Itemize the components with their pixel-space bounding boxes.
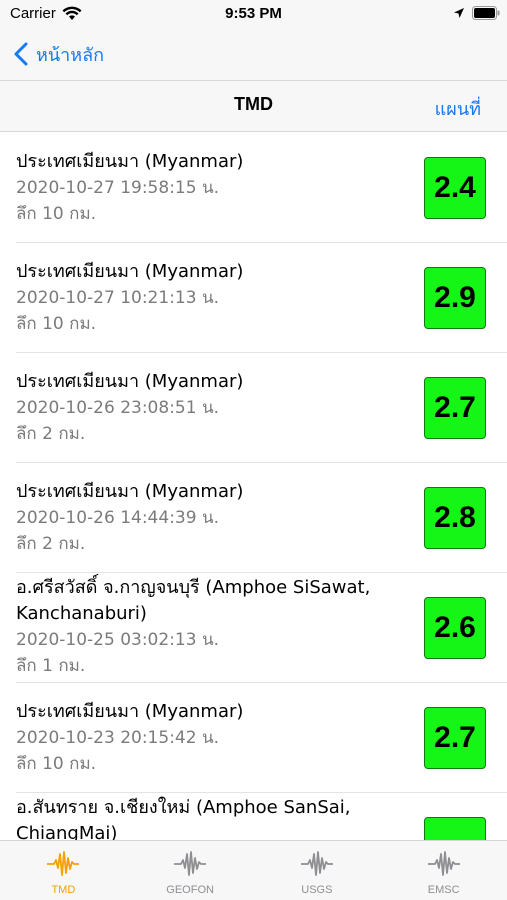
tab-tmd[interactable]: TMD	[0, 841, 127, 900]
seismograph-icon	[47, 851, 80, 876]
tab-label: TMD	[51, 884, 76, 896]
quake-info: ประเทศเมียนมา (Myanmar) 2020-10-27 19:58…	[16, 149, 411, 227]
magnitude-badge: 2.7	[424, 377, 486, 439]
quake-place: ประเทศเมียนมา (Myanmar)	[16, 371, 244, 392]
tab-bar: TMD GEOFON USGS EMSC	[0, 840, 507, 900]
quake-info: ประเทศเมียนมา (Myanmar) 2020-10-26 23:08…	[16, 369, 411, 447]
quake-info: อ.สันทราย จ.เชียงใหม่ (Amphoe SanSai, Ch…	[16, 795, 411, 840]
quake-info: อ.ศรีสวัสดิ์ จ.กาญจนบุรี (Amphoe SiSawat…	[16, 575, 411, 679]
tab-emsc[interactable]: EMSC	[380, 841, 507, 900]
tab-label: EMSC	[427, 884, 460, 896]
battery-icon	[472, 6, 500, 20]
quake-depth: ลึก 2 กม.	[16, 534, 86, 554]
list-header: TMD แผนที่	[0, 80, 507, 132]
list-item[interactable]: ประเทศเมียนมา (Myanmar) 2020-10-23 20:15…	[0, 683, 507, 793]
list-item[interactable]: อ.ศรีสวัสดิ์ จ.กาญจนบุรี (Amphoe SiSawat…	[0, 573, 507, 683]
magnitude-badge: 2.6	[424, 597, 486, 659]
page-title: TMD	[234, 94, 273, 114]
quake-place: ประเทศเมียนมา (Myanmar)	[16, 261, 244, 282]
clock: 9:53 PM	[225, 5, 282, 22]
quake-depth: ลึก 10 กม.	[16, 754, 97, 774]
quake-datetime: 2020-10-27 19:58:15 น.	[16, 178, 219, 198]
tab-label: GEOFON	[166, 884, 214, 896]
map-button[interactable]: แผนที่	[435, 94, 481, 123]
quake-place: ประเทศเมียนมา (Myanmar)	[16, 701, 244, 722]
quake-depth: ลึก 10 กม.	[16, 204, 97, 224]
quake-place: ประเทศเมียนมา (Myanmar)	[16, 481, 244, 502]
tab-usgs[interactable]: USGS	[254, 841, 381, 900]
list-item[interactable]: ประเทศเมียนมา (Myanmar) 2020-10-27 10:21…	[0, 243, 507, 353]
magnitude-badge	[424, 817, 486, 840]
quake-place: อ.ศรีสวัสดิ์ จ.กาญจนบุรี (Amphoe SiSawat…	[16, 577, 371, 624]
quake-datetime: 2020-10-26 23:08:51 น.	[16, 398, 219, 418]
location-arrow-icon	[454, 8, 464, 18]
quake-info: ประเทศเมียนมา (Myanmar) 2020-10-23 20:15…	[16, 699, 411, 777]
quake-datetime: 2020-10-26 14:44:39 น.	[16, 508, 219, 528]
list-item[interactable]: ประเทศเมียนมา (Myanmar) 2020-10-27 19:58…	[0, 133, 507, 243]
magnitude-badge: 2.7	[424, 707, 486, 769]
seismograph-icon	[427, 851, 460, 876]
quake-depth: ลึก 10 กม.	[16, 314, 97, 334]
back-button[interactable]: หน้าหลัก	[14, 39, 104, 69]
back-label: หน้าหลัก	[36, 44, 105, 66]
magnitude-badge: 2.9	[424, 267, 486, 329]
magnitude-badge: 2.4	[424, 157, 486, 219]
quake-place: ประเทศเมียนมา (Myanmar)	[16, 151, 244, 172]
app-screen: Carrier 9:53 PM หน้าหลัก TMD แผนที่ ประเ…	[0, 0, 507, 900]
quake-place: อ.สันทราย จ.เชียงใหม่ (Amphoe SanSai, Ch…	[16, 797, 351, 840]
quake-datetime: 2020-10-27 10:21:13 น.	[16, 288, 219, 308]
seismograph-icon	[174, 851, 207, 876]
quake-info: ประเทศเมียนมา (Myanmar) 2020-10-27 10:21…	[16, 259, 411, 337]
status-bar: Carrier 9:53 PM	[0, 0, 507, 30]
navigation-bar: หน้าหลัก	[0, 30, 507, 80]
quake-info: ประเทศเมียนมา (Myanmar) 2020-10-26 14:44…	[16, 479, 411, 557]
list-item[interactable]: ประเทศเมียนมา (Myanmar) 2020-10-26 14:44…	[0, 463, 507, 573]
list-item[interactable]: อ.สันทราย จ.เชียงใหม่ (Amphoe SanSai, Ch…	[0, 793, 507, 840]
tab-label: USGS	[301, 884, 333, 896]
quake-depth: ลึก 1 กม.	[16, 656, 86, 676]
quake-depth: ลึก 2 กม.	[16, 424, 86, 444]
earthquake-list: ประเทศเมียนมา (Myanmar) 2020-10-27 19:58…	[0, 133, 507, 840]
magnitude-badge: 2.8	[424, 487, 486, 549]
chevron-left-icon	[14, 42, 28, 66]
quake-datetime: 2020-10-23 20:15:42 น.	[16, 728, 219, 748]
quake-datetime: 2020-10-25 03:02:13 น.	[16, 630, 219, 650]
tab-geofon[interactable]: GEOFON	[127, 841, 254, 900]
list-item[interactable]: ประเทศเมียนมา (Myanmar) 2020-10-26 23:08…	[0, 353, 507, 463]
seismograph-icon	[300, 851, 333, 876]
